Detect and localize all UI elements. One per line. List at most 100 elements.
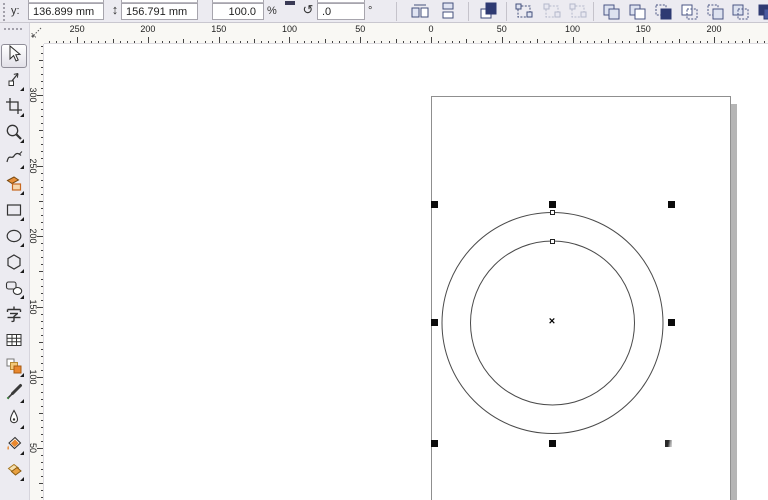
y-coordinate-input[interactable]: 136.899 mm xyxy=(28,3,104,20)
ruler-tick xyxy=(84,41,85,43)
basic-shapes-tool-button[interactable] xyxy=(1,278,27,302)
eyedropper-tool-button[interactable] xyxy=(1,382,27,406)
group-icon[interactable] xyxy=(513,1,535,22)
ruler-tick xyxy=(650,41,651,43)
back-minus-front-icon[interactable] xyxy=(729,1,751,22)
ruler-tick xyxy=(169,41,170,43)
weld-icon[interactable] xyxy=(600,1,622,22)
flyout-arrow-icon[interactable] xyxy=(20,217,24,221)
ruler-tick xyxy=(41,370,43,371)
fill-tool-button[interactable] xyxy=(1,434,27,458)
mirror-vertical-icon[interactable] xyxy=(437,1,459,22)
text-tool-button[interactable] xyxy=(1,304,27,328)
ruler-tick xyxy=(41,293,43,294)
object-height-input[interactable]: 156.791 mm xyxy=(121,3,198,20)
ellipse-node[interactable] xyxy=(550,239,555,244)
pick-tool-button[interactable] xyxy=(1,44,27,68)
ruler-tick xyxy=(537,39,538,43)
ruler-label: 150 xyxy=(211,24,226,34)
ruler-tick xyxy=(70,41,71,43)
ruler-tick xyxy=(41,321,43,322)
flyout-arrow-icon[interactable] xyxy=(20,373,24,377)
flyout-arrow-icon[interactable] xyxy=(20,243,24,247)
trim-icon[interactable] xyxy=(626,1,648,22)
ellipse-tool-button[interactable] xyxy=(1,226,27,250)
mirror-horizontal-icon[interactable] xyxy=(409,1,431,22)
rotation-icon[interactable]: ↺ xyxy=(297,1,319,22)
crop-tool-button[interactable] xyxy=(1,96,27,120)
toolbox-grip[interactable] xyxy=(4,28,24,31)
zoom-tool-button[interactable] xyxy=(1,122,27,146)
flyout-arrow-icon[interactable] xyxy=(20,399,24,403)
ruler-tick xyxy=(41,137,43,138)
drawing-canvas[interactable]: × xyxy=(44,44,768,500)
intersect-icon[interactable] xyxy=(652,1,674,22)
origin-arrow xyxy=(32,33,35,36)
property-bar: y:136.899 mm↕156.791 mm100.0%↺.0° xyxy=(0,0,768,23)
ruler-tick xyxy=(495,41,496,43)
selection-handle[interactable] xyxy=(549,201,556,208)
ruler-tick xyxy=(105,41,106,43)
flyout-arrow-icon[interactable] xyxy=(20,87,24,91)
selection-handle[interactable] xyxy=(549,440,556,447)
flyout-arrow-icon[interactable] xyxy=(20,165,24,169)
ruler-tick xyxy=(516,41,517,43)
ruler-tick xyxy=(155,41,156,43)
ellipse-node[interactable] xyxy=(550,210,555,215)
ruler-tick xyxy=(735,41,736,43)
shape-tool-button[interactable] xyxy=(1,70,27,94)
selection-handle[interactable] xyxy=(431,319,438,326)
y-coordinate-label: y: xyxy=(11,5,20,17)
smart-fill-tool-button[interactable] xyxy=(1,174,27,198)
simplify-icon[interactable] xyxy=(678,1,700,22)
freehand-tool-button[interactable] xyxy=(1,148,27,172)
interactive-fill-tool-button[interactable] xyxy=(1,460,27,484)
selection-handle[interactable] xyxy=(431,440,438,447)
front-minus-back-icon[interactable] xyxy=(704,1,726,22)
create-boundary-icon[interactable] xyxy=(755,1,768,22)
ruler-tick xyxy=(41,116,43,117)
ruler-tick xyxy=(41,300,43,301)
outline-pen-tool-button[interactable] xyxy=(1,408,27,432)
blend-tool-button[interactable] xyxy=(1,356,27,380)
horizontal-ruler[interactable]: 25020015010050050100150200 xyxy=(44,23,768,44)
ruler-origin-corner[interactable] xyxy=(30,23,44,44)
selection-handle[interactable] xyxy=(431,201,438,208)
selection-handle[interactable] xyxy=(668,201,675,208)
scale-factor-input[interactable]: 100.0 xyxy=(212,3,264,20)
ruler-tick xyxy=(473,41,474,43)
property-bar-grip[interactable] xyxy=(3,3,6,21)
table-tool-button[interactable] xyxy=(1,330,27,354)
ruler-tick xyxy=(509,41,510,43)
selection-center-mark[interactable]: × xyxy=(549,316,555,328)
ruler-tick xyxy=(41,356,43,357)
ruler-tick xyxy=(275,41,276,43)
selection-handle[interactable] xyxy=(665,440,672,447)
selection-handle[interactable] xyxy=(668,319,675,326)
combine-icon[interactable] xyxy=(477,1,499,22)
ruler-tick xyxy=(438,41,439,43)
rotation-angle-input[interactable]: .0 xyxy=(317,3,365,20)
ruler-tick xyxy=(39,483,43,484)
flyout-arrow-icon[interactable] xyxy=(20,477,24,481)
rectangle-tool-button[interactable] xyxy=(1,200,27,224)
ruler-tick xyxy=(162,41,163,43)
ruler-tick xyxy=(749,39,750,43)
concentric-circles-shape[interactable] xyxy=(44,44,768,500)
ruler-tick xyxy=(233,41,234,43)
ruler-tick xyxy=(226,41,227,43)
flyout-arrow-icon[interactable] xyxy=(20,113,24,117)
flyout-arrow-icon[interactable] xyxy=(20,425,24,429)
ruler-tick xyxy=(551,41,552,43)
flyout-arrow-icon[interactable] xyxy=(20,191,24,195)
ruler-tick xyxy=(41,257,43,258)
flyout-arrow-icon[interactable] xyxy=(20,269,24,273)
ruler-tick xyxy=(77,37,78,43)
flyout-arrow-icon[interactable] xyxy=(20,295,24,299)
polygon-tool-button[interactable] xyxy=(1,252,27,276)
ruler-tick xyxy=(742,41,743,43)
flyout-arrow-icon[interactable] xyxy=(20,139,24,143)
ruler-tick xyxy=(63,41,64,43)
flyout-arrow-icon[interactable] xyxy=(20,451,24,455)
vertical-ruler[interactable]: 50100150200250300 xyxy=(30,44,44,500)
